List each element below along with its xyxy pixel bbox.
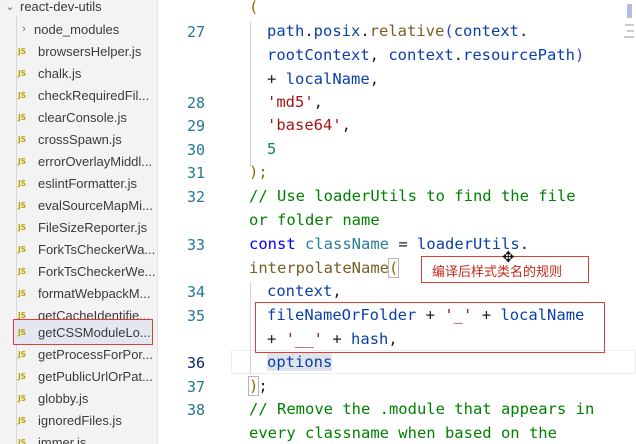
file-label: getCSSModuleLo... bbox=[38, 324, 151, 340]
file-label: evalSourceMapMi... bbox=[38, 197, 153, 213]
line-number: 29 bbox=[186, 117, 205, 135]
file-label: formatWebpackM... bbox=[38, 285, 151, 301]
explorer-file[interactable]: JS eslintFormatter.js bbox=[0, 172, 157, 194]
file-label: errorOverlayMiddl... bbox=[38, 153, 153, 169]
code-line: ); bbox=[247, 376, 268, 396]
line-number: 28 bbox=[186, 94, 205, 112]
code-line: ( bbox=[249, 0, 259, 16]
line-number: 32 bbox=[186, 188, 205, 206]
code-line: + localName, bbox=[267, 70, 380, 88]
code-line: 5 bbox=[267, 140, 277, 158]
file-label: ignoredFiles.js bbox=[38, 412, 122, 428]
explorer-file[interactable]: JS getPublicUrlOrPat... bbox=[0, 365, 157, 387]
file-label: chalk.js bbox=[38, 65, 82, 81]
javascript-file-icon: JS bbox=[18, 178, 26, 188]
explorer-file[interactable]: JS ignoredFiles.js bbox=[0, 409, 157, 431]
chevron-down-icon: ⌄ bbox=[5, 0, 15, 13]
code-line: rootContext, context.resourcePath) bbox=[267, 46, 585, 64]
javascript-file-icon: JS bbox=[18, 90, 26, 100]
explorer-file[interactable]: JS evalSourceMapMi... bbox=[0, 194, 157, 216]
code-line: 'base64', bbox=[267, 116, 351, 134]
explorer-file[interactable]: JS clearConsole.js bbox=[0, 106, 157, 128]
explorer-file[interactable]: JS globby.js bbox=[0, 387, 157, 409]
javascript-file-icon: JS bbox=[18, 244, 26, 254]
file-label: ForkTsCheckerWa... bbox=[38, 241, 156, 257]
code-line: ); bbox=[249, 163, 268, 181]
line-number: 31 bbox=[186, 164, 205, 182]
explorer-file[interactable]: JS immer.js bbox=[0, 431, 157, 444]
javascript-file-icon: JS bbox=[18, 200, 26, 210]
file-label: getProcessForPor... bbox=[38, 346, 153, 362]
javascript-file-icon: JS bbox=[18, 134, 26, 144]
file-label: crossSpawn.js bbox=[38, 131, 122, 147]
move-cursor-icon: ✥ bbox=[502, 248, 515, 266]
code-line: const className = loaderUtils. bbox=[249, 235, 530, 253]
javascript-file-icon: JS bbox=[18, 266, 26, 276]
javascript-file-icon: JS bbox=[18, 349, 26, 359]
indent-guide bbox=[250, 22, 251, 167]
explorer-file[interactable]: JS ForkTsCheckerWa... bbox=[0, 238, 157, 260]
file-label: FileSizeReporter.js bbox=[38, 219, 148, 235]
code-editor[interactable]: 27 28 29 30 31 32 33 34 35 36 37 38 ( pa… bbox=[159, 0, 636, 444]
file-label: checkRequiredFil... bbox=[38, 87, 150, 103]
code-line: context, bbox=[267, 282, 342, 300]
line-number: 33 bbox=[186, 236, 205, 254]
javascript-file-icon: JS bbox=[18, 288, 26, 298]
explorer-file[interactable]: JS ForkTsCheckerWe... bbox=[0, 260, 157, 282]
explorer-file-selected[interactable]: JS getCSSModuleLo... bbox=[13, 319, 153, 345]
javascript-file-icon: JS bbox=[18, 393, 26, 403]
line-number: 38 bbox=[186, 401, 205, 419]
file-label: immer.js bbox=[38, 434, 87, 444]
folder-label: react-dev-utils bbox=[20, 0, 102, 14]
highlight-box bbox=[255, 302, 605, 353]
code-line: 'md5', bbox=[267, 93, 324, 111]
javascript-file-icon: JS bbox=[18, 437, 26, 444]
javascript-file-icon: JS bbox=[18, 222, 26, 232]
code-comment: // Use loaderUtils to find the file bbox=[249, 187, 576, 205]
code-comment: or folder name bbox=[249, 211, 380, 229]
explorer-folder-node-modules[interactable]: › node_modules bbox=[0, 18, 157, 40]
javascript-file-icon: JS bbox=[18, 156, 26, 166]
javascript-file-icon: JS bbox=[18, 415, 26, 425]
explorer-file[interactable]: JS chalk.js bbox=[0, 62, 157, 84]
explorer-file[interactable]: JS crossSpawn.js bbox=[0, 128, 157, 150]
javascript-file-icon: JS bbox=[18, 327, 26, 337]
file-label: eslintFormatter.js bbox=[38, 175, 137, 191]
code-comment: // Remove the .module that appears in bbox=[249, 400, 595, 418]
line-number: 34 bbox=[186, 283, 205, 301]
javascript-file-icon: JS bbox=[18, 112, 26, 122]
explorer-file[interactable]: JS FileSizeReporter.js bbox=[0, 216, 157, 238]
explorer-file[interactable]: JS errorOverlayMiddl... bbox=[0, 150, 157, 172]
line-number: 30 bbox=[186, 141, 205, 159]
minimap-slider[interactable] bbox=[627, 4, 632, 18]
code-comment: every classname when based on the bbox=[249, 424, 557, 442]
line-number-active: 36 bbox=[186, 354, 205, 372]
code-line: path.posix.relative(context. bbox=[267, 22, 529, 40]
explorer-file[interactable]: JS formatWebpackM... bbox=[0, 282, 157, 304]
explorer-folder-react-dev-utils[interactable]: ⌄ react-dev-utils bbox=[0, 0, 157, 17]
explorer-file[interactable]: JS getProcessForPor... bbox=[0, 343, 157, 365]
javascript-file-icon: JS bbox=[18, 46, 26, 56]
minimap[interactable] bbox=[622, 0, 636, 444]
file-explorer: ⌄ react-dev-utils › node_modules JS brow… bbox=[0, 0, 158, 444]
line-number: 35 bbox=[186, 307, 205, 325]
line-number: 27 bbox=[186, 23, 205, 41]
line-number: 37 bbox=[186, 378, 205, 396]
file-label: clearConsole.js bbox=[38, 109, 127, 125]
file-label: browsersHelper.js bbox=[38, 43, 142, 59]
chevron-right-icon: › bbox=[22, 23, 26, 35]
explorer-file[interactable]: JS browsersHelper.js bbox=[0, 40, 157, 62]
file-label: getPublicUrlOrPat... bbox=[38, 368, 153, 384]
indent-guide bbox=[250, 282, 251, 374]
folder-label: node_modules bbox=[34, 21, 120, 37]
javascript-file-icon: JS bbox=[18, 68, 26, 78]
explorer-file[interactable]: JS checkRequiredFil... bbox=[0, 84, 157, 106]
code-line: options bbox=[267, 353, 333, 371]
file-label: globby.js bbox=[38, 390, 89, 406]
file-label: ForkTsCheckerWe... bbox=[38, 263, 156, 279]
javascript-file-icon: JS bbox=[18, 371, 26, 381]
code-line: interpolateName( bbox=[249, 258, 400, 278]
